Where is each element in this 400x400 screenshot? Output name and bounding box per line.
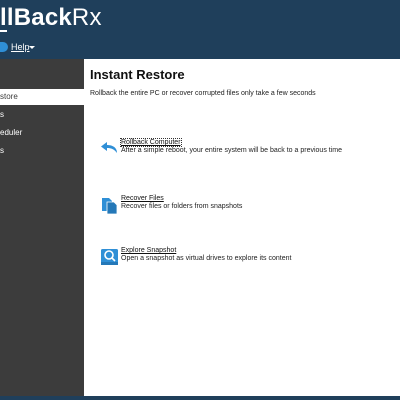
- sidebar-item-label: eduler: [0, 128, 23, 137]
- app-title-light: Rx: [71, 4, 102, 31]
- explore-snapshot-option[interactable]: Explore Snapshot Open a snapshot as virt…: [100, 247, 390, 271]
- bottom-border: [0, 396, 400, 400]
- sidebar-item-snapshots[interactable]: s: [0, 107, 84, 123]
- rollback-computer-option[interactable]: Rollback Computer After a simple reboot,…: [100, 138, 390, 163]
- sidebar-item-home[interactable]: [0, 69, 84, 85]
- page-description: Rollback the entire PC or recover corrup…: [90, 90, 316, 97]
- sidebar-item-label: store: [0, 92, 18, 101]
- recover-files-icon[interactable]: [100, 195, 120, 215]
- sidebar: store s eduler s: [0, 59, 84, 396]
- sidebar-item-label: s: [0, 146, 4, 155]
- recover-files-option[interactable]: Recover Files Recover files or folders f…: [100, 195, 390, 219]
- explore-snapshot-description: Open a snapshot as virtual drives to exp…: [121, 255, 292, 262]
- rollback-computer-link[interactable]: Rollback Computer: [120, 138, 182, 147]
- help-circle-icon[interactable]: [0, 42, 8, 52]
- app-title-bold: llBack: [0, 4, 72, 31]
- sidebar-item-scheduler[interactable]: eduler: [0, 125, 84, 141]
- explore-snapshot-link[interactable]: Explore Snapshot: [121, 247, 176, 254]
- chevron-down-icon[interactable]: [29, 46, 35, 49]
- app-title: llBackRx: [0, 4, 102, 32]
- help-menu[interactable]: Help: [11, 42, 30, 52]
- title-underline: [0, 30, 7, 32]
- recover-files-description: Recover files or folders from snapshots: [121, 203, 243, 210]
- sidebar-item-settings[interactable]: s: [0, 143, 84, 159]
- title-bar: llBackRx Help: [0, 0, 400, 59]
- recover-files-link[interactable]: Recover Files: [121, 195, 164, 202]
- rollback-arrow-icon[interactable]: [100, 139, 120, 159]
- explore-snapshot-icon[interactable]: [100, 247, 120, 267]
- rollback-computer-description: After a simple reboot, your entire syste…: [121, 147, 342, 154]
- main-panel: Instant Restore Rollback the entire PC o…: [84, 59, 400, 396]
- sidebar-item-instant-restore[interactable]: store: [0, 89, 84, 105]
- page-title: Instant Restore: [90, 67, 185, 82]
- sidebar-item-label: s: [0, 110, 4, 119]
